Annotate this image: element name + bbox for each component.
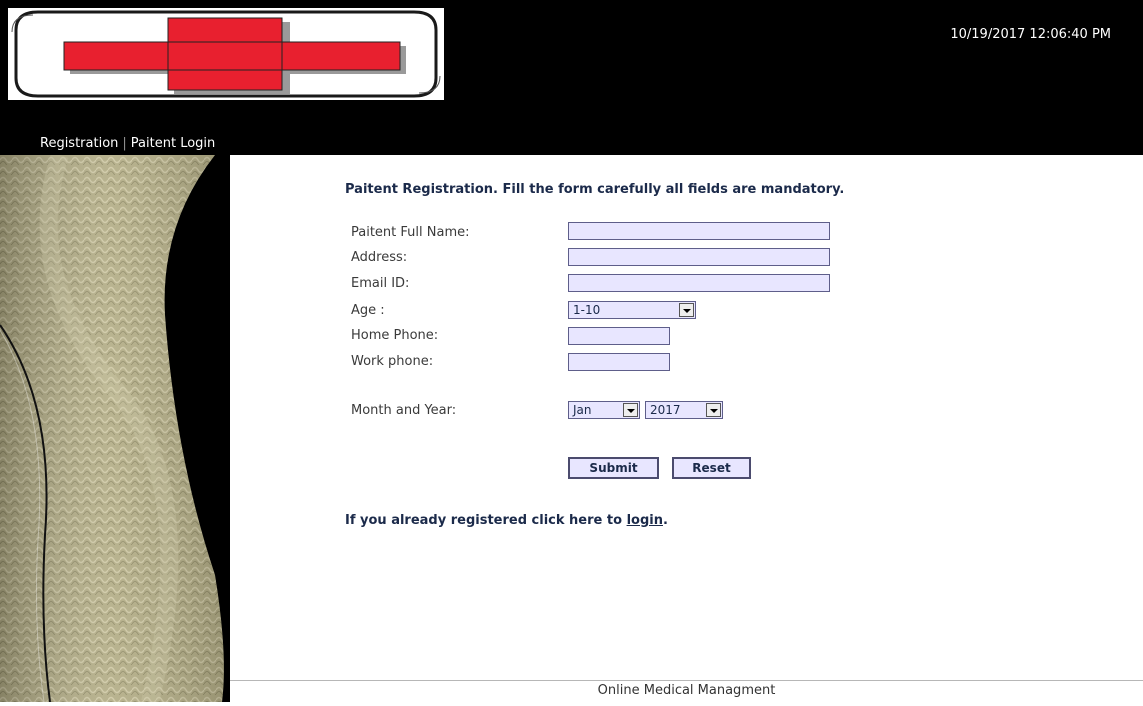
age-label: Age : [351,303,385,318]
email-label: Email ID: [351,276,410,291]
login-prompt-text: If you already registered click here to [345,513,627,528]
decorative-side-panel [0,152,230,705]
chevron-down-icon[interactable] [623,403,638,417]
address-label: Address: [351,250,408,265]
full-name-input[interactable] [568,222,830,240]
main-content: Paitent Registration. Fill the form care… [230,155,1143,702]
work-phone-label: Work phone: [351,354,434,369]
top-nav: Registration | Paitent Login [40,136,215,151]
chevron-down-icon[interactable] [679,303,694,317]
home-phone-label: Home Phone: [351,328,439,343]
chevron-down-icon[interactable] [706,403,721,417]
month-select[interactable]: Jan [568,401,640,419]
nav-separator: | [122,136,127,151]
email-input[interactable] [568,274,830,292]
work-phone-input[interactable] [568,353,670,371]
year-select-value: 2017 [650,403,681,417]
header: 10/19/2017 12:06:40 PM Registration | Pait… [0,0,1143,155]
login-prompt-suffix: . [662,513,668,528]
woven-texture-image [0,152,230,705]
home-phone-input[interactable] [568,327,670,345]
age-select-value: 1-10 [573,303,601,317]
login-prompt: If you already registered click here to … [345,513,668,528]
footer-divider [230,680,1143,681]
age-select[interactable]: 1-10 [568,301,696,319]
reset-button[interactable]: Reset [672,457,751,479]
address-input[interactable] [568,248,830,266]
nav-registration-link[interactable]: Registration [40,136,118,151]
full-name-label: Paitent Full Name: [351,225,470,240]
red-cross-logo [8,8,444,100]
current-datetime: 10/19/2017 12:06:40 PM [950,27,1111,42]
year-select[interactable]: 2017 [645,401,723,419]
red-cross-icon [8,8,444,100]
footer-text: Online Medical Managment [597,683,776,698]
month-select-value: Jan [573,403,592,417]
month-year-label: Month and Year: [351,403,457,418]
submit-button[interactable]: Submit [568,457,659,479]
login-link[interactable]: login [627,513,663,528]
nav-patient-login-link[interactable]: Paitent Login [131,136,215,151]
form-title: Paitent Registration. Fill the form care… [345,182,845,197]
